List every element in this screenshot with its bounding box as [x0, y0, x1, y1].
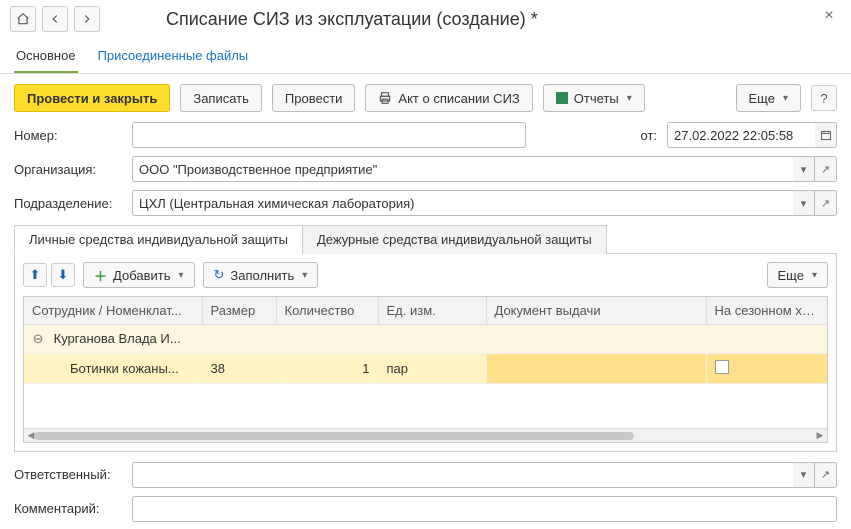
add-label: Добавить	[113, 268, 170, 283]
cell-season[interactable]	[706, 354, 827, 384]
arrow-down-icon: ⬇	[58, 267, 69, 283]
save-button[interactable]: Записать	[180, 84, 262, 112]
chevron-down-icon: ▾	[801, 197, 807, 210]
cell-size[interactable]: 38	[202, 354, 276, 384]
subtab-duty[interactable]: Дежурные средства индивидуальной защиты	[302, 225, 607, 254]
checkbox-unchecked-icon[interactable]	[715, 360, 729, 374]
move-down-button[interactable]: ⬇	[51, 263, 75, 287]
horizontal-scrollbar[interactable]: ◀ ▶	[24, 428, 827, 442]
org-open-button[interactable]: ↗	[815, 156, 837, 182]
date-label: от:	[640, 128, 657, 143]
comment-input[interactable]	[132, 496, 837, 522]
responsible-dropdown-button[interactable]: ▾	[793, 462, 815, 488]
collapse-icon[interactable]: ⊖	[32, 331, 44, 347]
scroll-thumb[interactable]	[34, 432, 634, 440]
table-row[interactable]: Ботинки кожаны... 38 1 пар	[24, 354, 827, 384]
chevron-down-icon: ▾	[801, 163, 807, 176]
cell-qty[interactable]: 1	[276, 354, 378, 384]
fill-button[interactable]: ↻ Заполнить	[203, 262, 319, 288]
post-and-close-button[interactable]: Провести и закрыть	[14, 84, 170, 112]
col-uom[interactable]: Ед. изм.	[378, 297, 486, 325]
calendar-icon	[820, 129, 832, 141]
grid-more-label: Еще	[778, 268, 804, 283]
post-button[interactable]: Провести	[272, 84, 356, 112]
close-icon: ×	[824, 7, 833, 25]
add-button[interactable]: ＋ Добавить	[83, 262, 195, 288]
forward-button[interactable]	[74, 6, 100, 32]
arrow-up-icon: ⬆	[30, 267, 41, 283]
cell-doc[interactable]	[486, 354, 706, 384]
org-label: Организация:	[14, 162, 124, 177]
dept-dropdown-button[interactable]: ▾	[793, 190, 815, 216]
responsible-open-button[interactable]: ↗	[815, 462, 837, 488]
col-size[interactable]: Размер	[202, 297, 276, 325]
arrow-left-icon	[48, 12, 62, 26]
responsible-input[interactable]	[132, 462, 793, 488]
back-button[interactable]	[42, 6, 68, 32]
cell-uom[interactable]: пар	[378, 354, 486, 384]
org-dropdown-button[interactable]: ▾	[793, 156, 815, 182]
fill-label: Заполнить	[230, 268, 294, 283]
number-label: Номер:	[14, 128, 124, 143]
group-row[interactable]: ⊖ Курганова Влада И...	[24, 325, 827, 354]
open-link-icon: ↗	[821, 197, 830, 210]
scroll-right-icon[interactable]: ▶	[813, 430, 827, 441]
open-link-icon: ↗	[821, 468, 830, 481]
help-button[interactable]: ?	[811, 85, 837, 111]
open-link-icon: ↗	[821, 163, 830, 176]
tab-attached-files[interactable]: Присоединенные файлы	[96, 42, 251, 73]
page-title: Списание СИЗ из эксплуатации (создание) …	[166, 9, 538, 30]
arrow-right-icon	[80, 12, 94, 26]
dept-input[interactable]	[132, 190, 793, 216]
more-button[interactable]: Еще	[736, 84, 801, 112]
print-act-label: Акт о списании СИЗ	[398, 91, 519, 106]
chevron-down-icon: ▾	[801, 468, 807, 481]
close-button[interactable]: ×	[819, 6, 839, 26]
printer-icon	[378, 91, 392, 105]
group-label: Курганова Влада И...	[54, 331, 181, 346]
empty-row	[24, 384, 827, 428]
dept-label: Подразделение:	[14, 196, 124, 211]
home-button[interactable]	[10, 6, 36, 32]
dept-open-button[interactable]: ↗	[815, 190, 837, 216]
home-icon	[16, 12, 30, 26]
reports-label: Отчеты	[574, 91, 619, 106]
report-bar-icon	[556, 92, 568, 104]
refresh-icon: ↻	[214, 267, 225, 283]
responsible-label: Ответственный:	[14, 467, 124, 482]
col-season[interactable]: На сезонном хр...	[706, 297, 827, 325]
move-up-button[interactable]: ⬆	[23, 263, 47, 287]
subtab-personal[interactable]: Личные средства индивидуальной защиты	[14, 225, 303, 254]
col-employee[interactable]: Сотрудник / Номенклат...	[24, 297, 202, 325]
plus-icon: ＋	[94, 266, 107, 285]
reports-button[interactable]: Отчеты	[543, 84, 645, 112]
col-doc[interactable]: Документ выдачи	[486, 297, 706, 325]
date-input[interactable]	[667, 122, 815, 148]
comment-label: Комментарий:	[14, 501, 124, 516]
print-act-button[interactable]: Акт о списании СИЗ	[365, 84, 532, 112]
tab-main[interactable]: Основное	[14, 42, 78, 73]
grid-more-button[interactable]: Еще	[767, 262, 828, 288]
cell-nomen[interactable]: Ботинки кожаны...	[24, 354, 202, 384]
date-picker-button[interactable]	[815, 122, 837, 148]
more-label: Еще	[749, 91, 775, 106]
help-icon: ?	[820, 91, 827, 106]
number-input[interactable]	[132, 122, 526, 148]
col-qty[interactable]: Количество	[276, 297, 378, 325]
org-input[interactable]	[132, 156, 793, 182]
